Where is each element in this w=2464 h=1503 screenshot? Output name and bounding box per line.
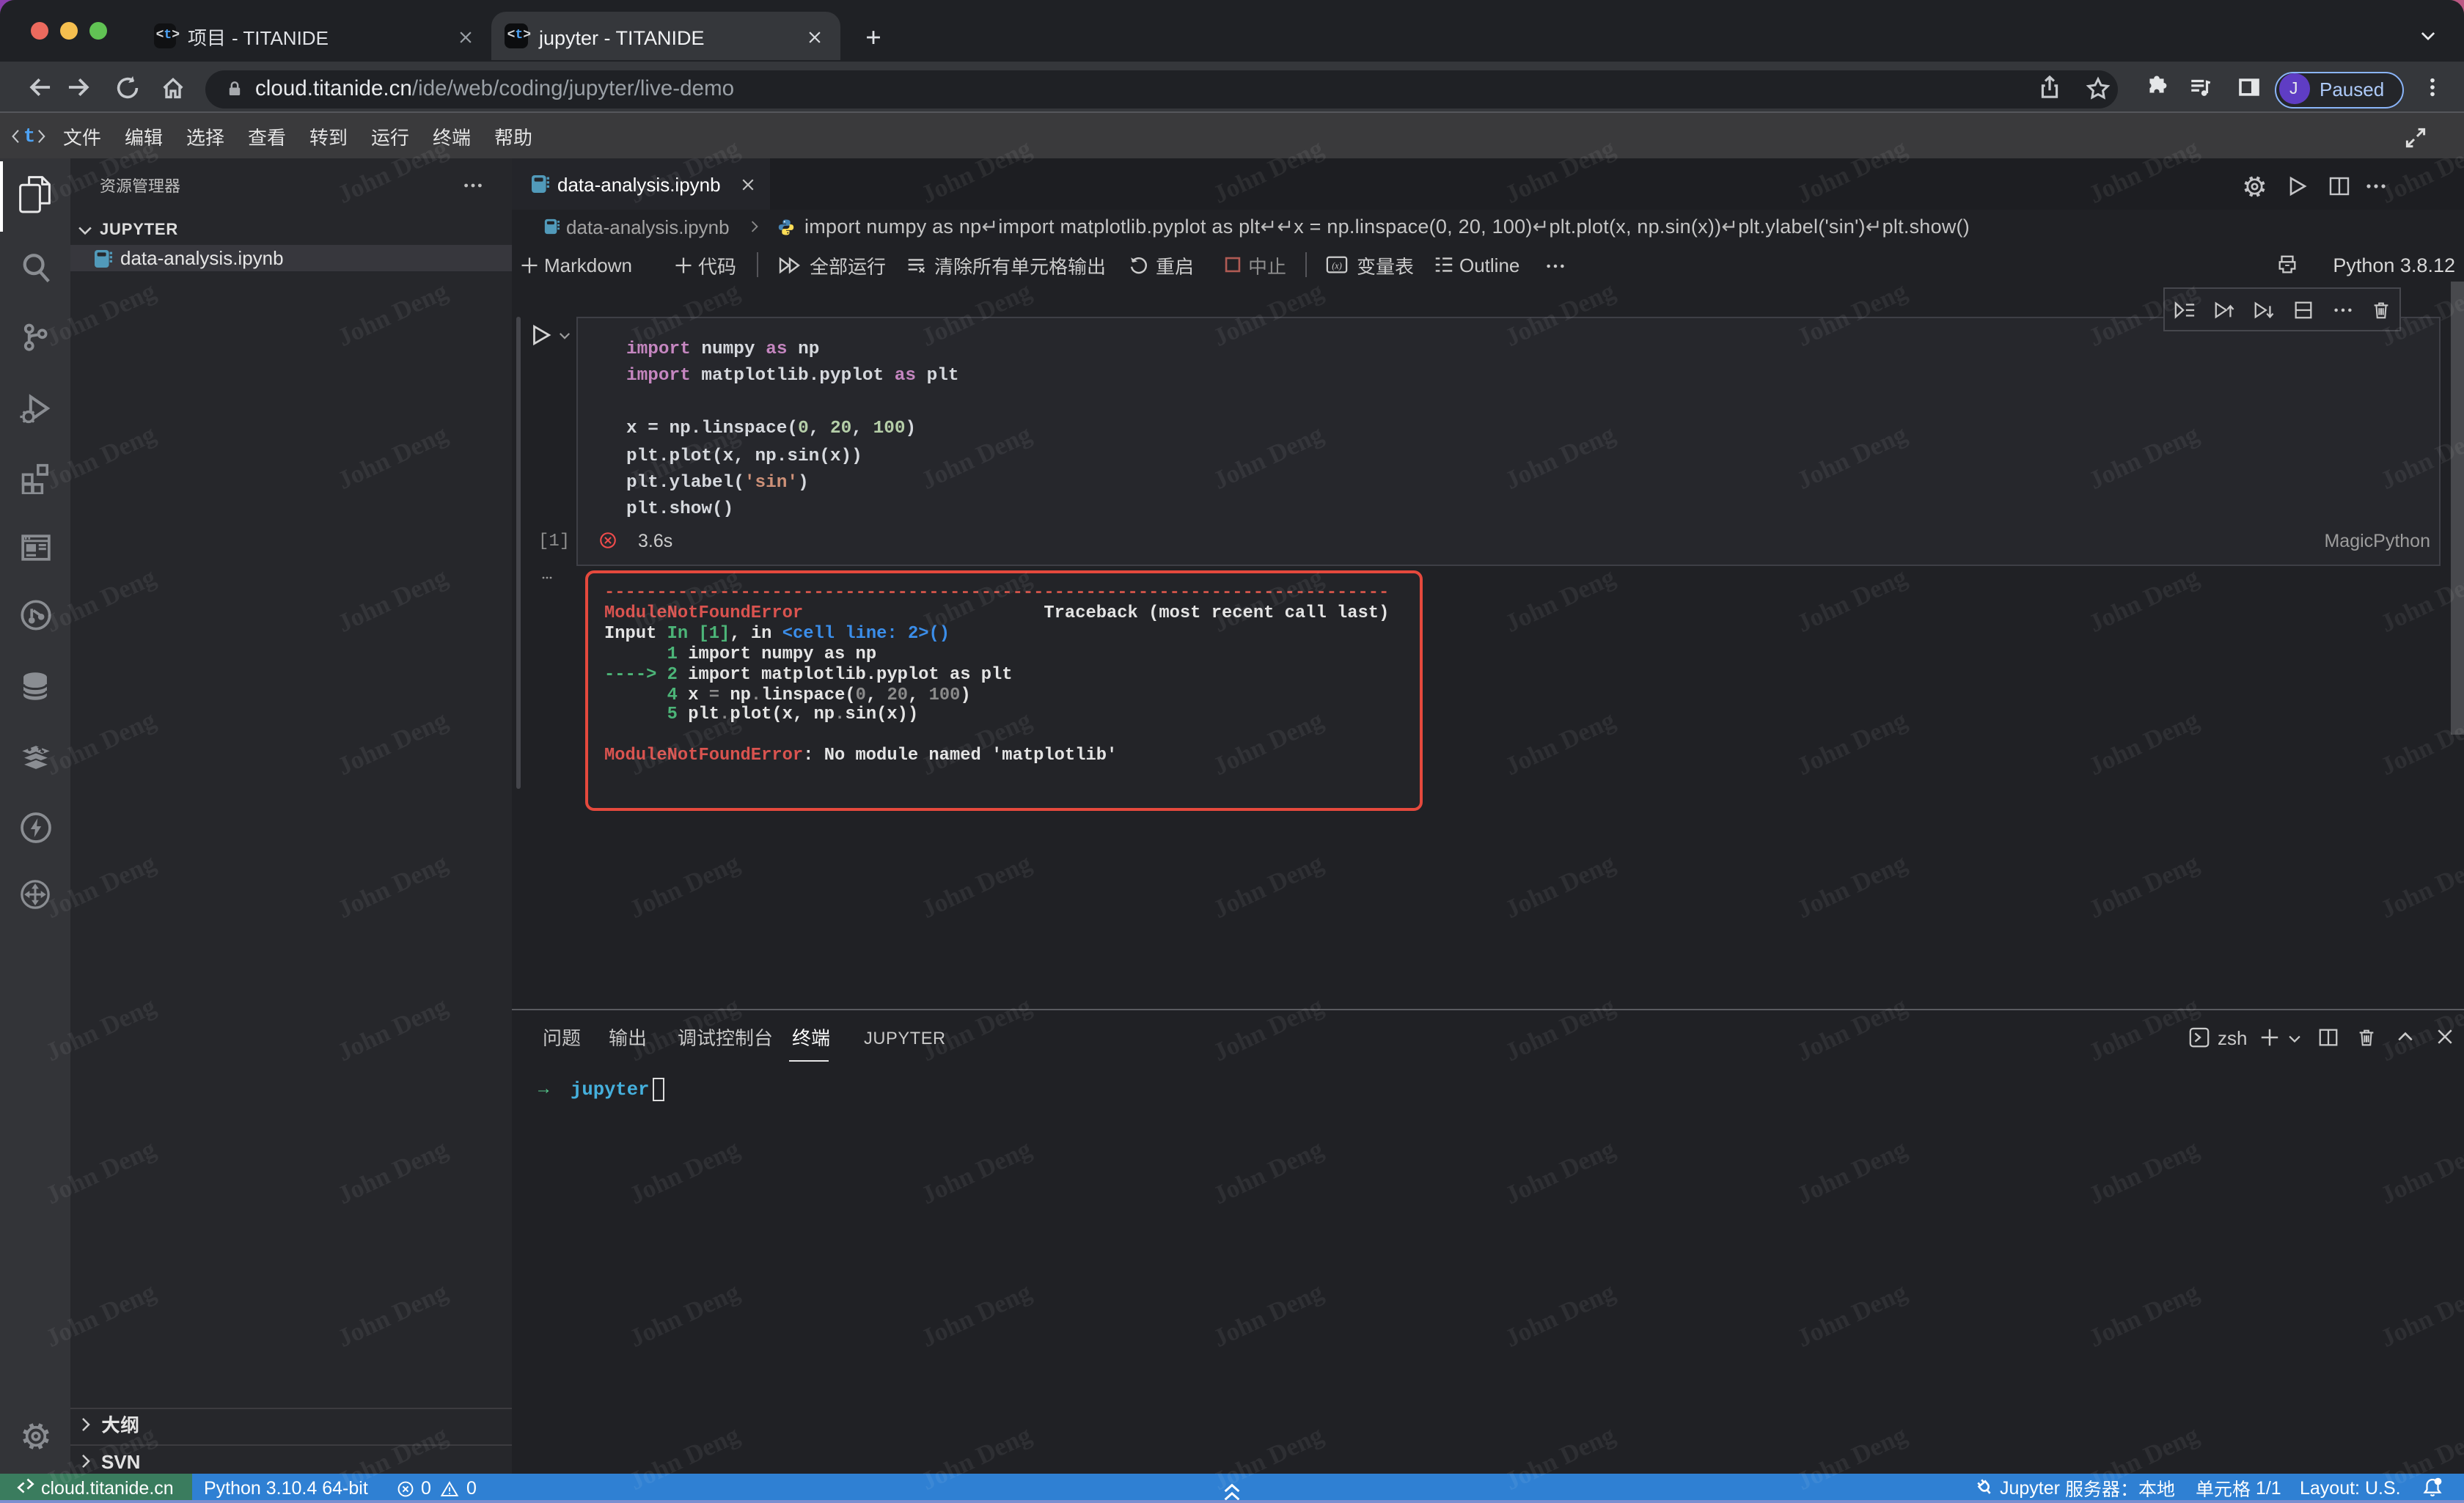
svg-text:(x): (x)	[1331, 260, 1341, 271]
